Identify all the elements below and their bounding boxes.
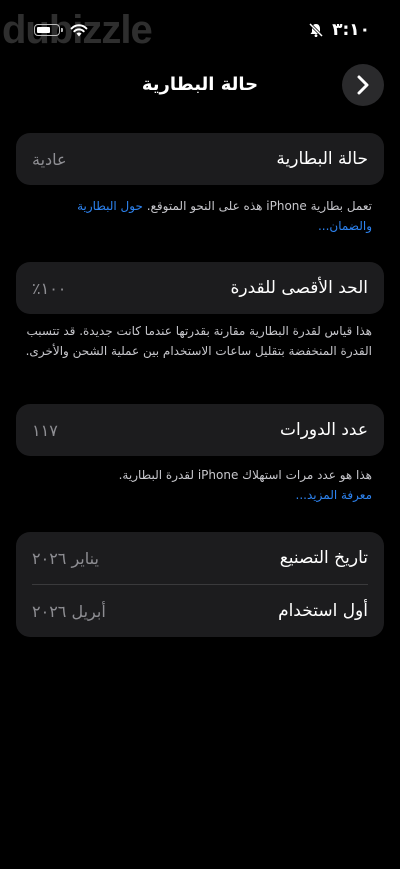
- cycle-count-label: عدد الدورات: [279, 420, 368, 440]
- silent-bell-icon: [309, 22, 324, 38]
- manufacture-date-row: تاريخ التصنيع يناير ٢٠٢٦: [16, 532, 384, 584]
- cycle-count-value: ١١٧: [32, 420, 58, 440]
- max-capacity-value: ١٠٠٪: [32, 278, 67, 298]
- first-use-value: أبريل ٢٠٢٦: [32, 601, 106, 621]
- max-capacity-row: الحد الأقصى للقدرة ١٠٠٪: [16, 262, 384, 314]
- battery-health-card: حالة البطارية عادية: [16, 133, 384, 185]
- status-right: ٣:١٠: [308, 20, 370, 40]
- wifi-icon: [70, 23, 88, 36]
- learn-more-link[interactable]: معرفة المزيد...: [22, 485, 372, 505]
- battery-icon: [34, 24, 63, 36]
- cycle-count-note: هذا هو عدد مرات استهلاك iPhone لقدرة الب…: [22, 465, 372, 505]
- first-use-row: أول استخدام أبريل ٢٠٢٦: [16, 585, 384, 637]
- cycle-count-note-text: هذا هو عدد مرات استهلاك iPhone لقدرة الب…: [118, 468, 372, 482]
- battery-health-note: تعمل بطارية iPhone هذه على النحو المتوقع…: [22, 196, 372, 236]
- nav-bar: حالة البطارية: [0, 62, 400, 106]
- back-button[interactable]: [342, 64, 384, 106]
- battery-health-value: عادية: [32, 149, 67, 169]
- battery-health-label: حالة البطارية: [276, 149, 368, 169]
- cycle-count-row: عدد الدورات ١١٧: [16, 404, 384, 456]
- manufacture-date-value: يناير ٢٠٢٦: [32, 548, 99, 568]
- dates-card: تاريخ التصنيع يناير ٢٠٢٦ أول استخدام أبر…: [16, 532, 384, 637]
- page-title: حالة البطارية: [141, 73, 259, 95]
- max-capacity-note: هذا قياس لقدرة البطارية مقارنة بقدرتها ع…: [25, 324, 372, 358]
- battery-health-row: حالة البطارية عادية: [16, 133, 384, 185]
- chevron-right-icon: [357, 75, 369, 95]
- status-icons-left: [34, 23, 88, 37]
- status-bar: ٣:١٠: [0, 0, 400, 60]
- battery-health-note-text: تعمل بطارية iPhone هذه على النحو المتوقع…: [142, 199, 372, 213]
- max-capacity-label: الحد الأقصى للقدرة: [230, 278, 368, 298]
- manufacture-date-label: تاريخ التصنيع: [279, 548, 368, 568]
- first-use-label: أول استخدام: [278, 601, 368, 621]
- cycle-count-card: عدد الدورات ١١٧: [16, 404, 384, 456]
- max-capacity-card: الحد الأقصى للقدرة ١٠٠٪: [16, 262, 384, 314]
- clock: ٣:١٠: [332, 20, 370, 40]
